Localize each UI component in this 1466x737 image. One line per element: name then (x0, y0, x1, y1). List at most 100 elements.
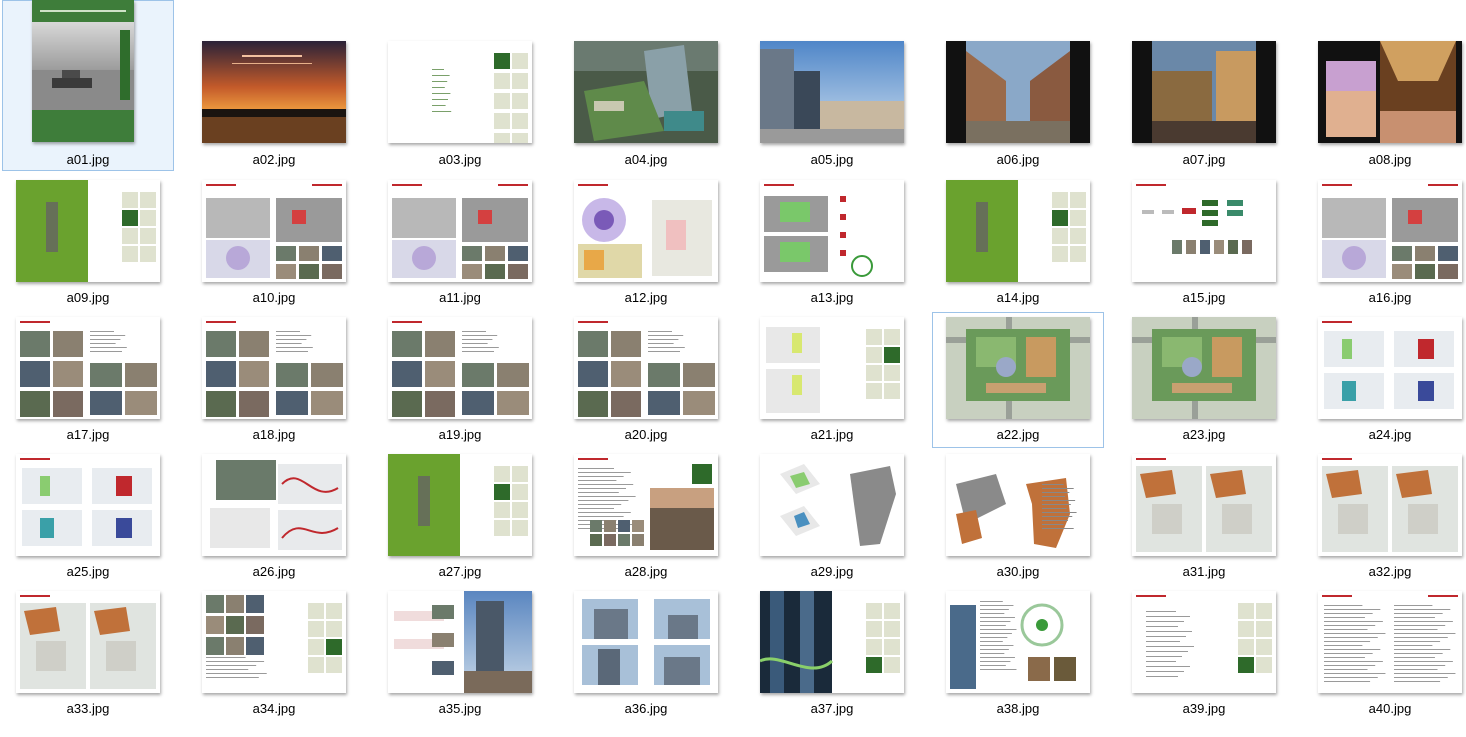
file-thumbnail[interactable] (1132, 454, 1276, 556)
file-thumbnail[interactable] (16, 317, 160, 419)
file-name-label: a32.jpg (1368, 564, 1412, 579)
file-tile[interactable]: a29.jpg (746, 449, 918, 585)
file-tile[interactable]: a01.jpg (2, 0, 174, 171)
file-thumbnail[interactable] (760, 41, 904, 143)
file-thumbnail[interactable] (1132, 317, 1276, 419)
file-tile[interactable]: a25.jpg (2, 449, 174, 585)
file-tile[interactable]: a02.jpg (188, 0, 360, 171)
file-name-label: a39.jpg (1182, 701, 1226, 716)
file-name-label: a13.jpg (810, 290, 854, 305)
file-thumbnail[interactable] (202, 41, 346, 143)
file-tile[interactable]: a14.jpg (932, 175, 1104, 311)
file-tile[interactable]: a34.jpg (188, 586, 360, 722)
file-tile[interactable]: a12.jpg (560, 175, 732, 311)
file-tile[interactable]: a03.jpg (374, 0, 546, 171)
file-tile[interactable]: a20.jpg (560, 312, 732, 448)
file-thumbnail[interactable] (760, 180, 904, 282)
file-thumbnail[interactable] (202, 591, 346, 693)
file-thumbnail[interactable] (388, 317, 532, 419)
file-tile[interactable]: a30.jpg (932, 449, 1104, 585)
file-name-label: a02.jpg (252, 152, 296, 167)
file-name-label: a40.jpg (1368, 701, 1412, 716)
file-thumbnail[interactable] (574, 41, 718, 143)
file-tile[interactable]: a15.jpg (1118, 175, 1290, 311)
file-name-label: a25.jpg (66, 564, 110, 579)
file-tile[interactable]: a22.jpg (932, 312, 1104, 448)
file-thumbnail[interactable] (946, 41, 1090, 143)
file-name-label: a34.jpg (252, 701, 296, 716)
file-tile[interactable]: a31.jpg (1118, 449, 1290, 585)
file-tile[interactable]: a10.jpg (188, 175, 360, 311)
file-tile[interactable]: a37.jpg (746, 586, 918, 722)
file-tile[interactable]: a33.jpg (2, 586, 174, 722)
file-thumbnail[interactable] (1318, 41, 1462, 143)
file-name-label: a07.jpg (1182, 152, 1226, 167)
file-tile[interactable]: a24.jpg (1304, 312, 1466, 448)
file-name-label: a01.jpg (66, 152, 110, 167)
file-tile[interactable]: a13.jpg (746, 175, 918, 311)
file-name-label: a31.jpg (1182, 564, 1226, 579)
file-tile[interactable]: a39.jpg (1118, 586, 1290, 722)
file-tile[interactable]: a27.jpg (374, 449, 546, 585)
file-tile[interactable]: a06.jpg (932, 0, 1104, 171)
file-thumbnail[interactable] (202, 454, 346, 556)
file-name-label: a33.jpg (66, 701, 110, 716)
file-tile[interactable]: a23.jpg (1118, 312, 1290, 448)
file-tile[interactable]: a32.jpg (1304, 449, 1466, 585)
file-tile[interactable]: a05.jpg (746, 0, 918, 171)
file-thumbnail[interactable] (760, 591, 904, 693)
file-thumbnail[interactable] (574, 591, 718, 693)
file-thumbnail[interactable] (574, 180, 718, 282)
file-tile[interactable]: a04.jpg (560, 0, 732, 171)
file-thumbnail[interactable] (760, 317, 904, 419)
file-tile[interactable]: a21.jpg (746, 312, 918, 448)
file-thumbnail[interactable] (388, 180, 532, 282)
file-thumbnail[interactable] (202, 317, 346, 419)
file-thumbnail[interactable] (946, 180, 1090, 282)
file-tile[interactable]: a16.jpg (1304, 175, 1466, 311)
file-name-label: a29.jpg (810, 564, 854, 579)
file-thumbnail[interactable] (1132, 41, 1276, 143)
file-thumbnail[interactable] (16, 591, 160, 693)
file-thumbnail[interactable] (1318, 591, 1462, 693)
file-name-label: a23.jpg (1182, 427, 1226, 442)
file-tile[interactable]: a38.jpg (932, 586, 1104, 722)
file-thumbnail[interactable] (1132, 591, 1276, 693)
file-tile[interactable]: a11.jpg (374, 175, 546, 311)
file-name-label: a21.jpg (810, 427, 854, 442)
file-tile[interactable]: a28.jpg (560, 449, 732, 585)
file-thumbnail[interactable] (16, 180, 160, 282)
file-thumbnail[interactable] (946, 454, 1090, 556)
file-thumbnail[interactable] (760, 454, 904, 556)
file-tile[interactable]: a08.jpg (1304, 0, 1466, 171)
file-thumbnail[interactable] (574, 454, 718, 556)
file-name-label: a11.jpg (439, 290, 481, 305)
file-tile[interactable]: a26.jpg (188, 449, 360, 585)
file-thumbnail[interactable] (388, 41, 532, 143)
file-tile[interactable]: a40.jpg (1304, 586, 1466, 722)
file-name-label: a26.jpg (252, 564, 296, 579)
file-thumbnail[interactable] (32, 0, 134, 142)
file-thumbnail[interactable] (16, 454, 160, 556)
file-name-label: a36.jpg (624, 701, 668, 716)
file-thumbnail[interactable] (388, 454, 532, 556)
file-tile[interactable]: a36.jpg (560, 586, 732, 722)
file-thumbnail[interactable] (574, 317, 718, 419)
file-name-label: a12.jpg (624, 290, 668, 305)
file-tile[interactable]: a07.jpg (1118, 0, 1290, 171)
file-thumbnail[interactable] (202, 180, 346, 282)
file-thumbnail[interactable] (1132, 180, 1276, 282)
file-thumbnail[interactable] (946, 591, 1090, 693)
file-tile[interactable]: a35.jpg (374, 586, 546, 722)
file-thumbnail[interactable] (1318, 454, 1462, 556)
file-thumbnail[interactable] (946, 317, 1090, 419)
file-tile[interactable]: a09.jpg (2, 175, 174, 311)
file-thumbnail[interactable] (388, 591, 532, 693)
file-thumbnail[interactable] (1318, 317, 1462, 419)
file-name-label: a04.jpg (624, 152, 668, 167)
file-name-label: a22.jpg (996, 427, 1040, 442)
file-thumbnail[interactable] (1318, 180, 1462, 282)
file-tile[interactable]: a18.jpg (188, 312, 360, 448)
file-tile[interactable]: a17.jpg (2, 312, 174, 448)
file-tile[interactable]: a19.jpg (374, 312, 546, 448)
